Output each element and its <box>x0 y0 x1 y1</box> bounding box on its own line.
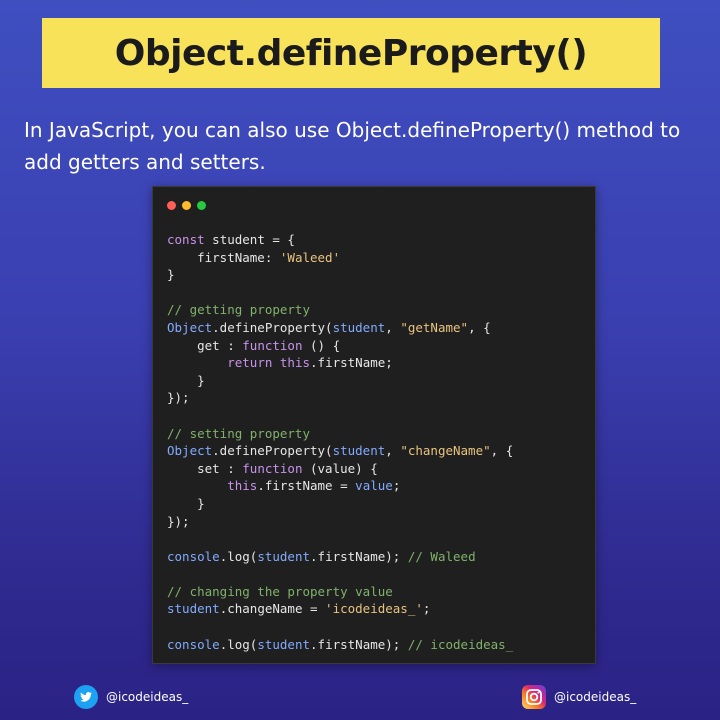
code-token: function <box>242 337 303 353</box>
code-token: // Waleed <box>407 548 476 564</box>
code-line: }); <box>167 389 513 407</box>
code-token: , <box>385 443 401 459</box>
code-token: .log( <box>219 548 258 564</box>
code-token: // setting property <box>167 425 310 441</box>
twitter-icon <box>74 685 98 709</box>
code-token: 'Waleed' <box>279 249 341 265</box>
code-token: Object <box>167 443 213 459</box>
code-token: return <box>227 355 273 371</box>
code-token: student <box>257 636 311 652</box>
code-line: set : function (value) { <box>167 460 513 478</box>
twitter-footer[interactable]: @icodeideas_ <box>74 684 188 710</box>
code-token: .firstName = <box>257 478 356 494</box>
code-token: // changing the property value <box>167 583 393 599</box>
code-token: student <box>167 601 220 617</box>
code-token: } <box>167 495 205 511</box>
code-token: student <box>257 548 311 564</box>
code-line: // changing the property value <box>167 583 513 601</box>
twitter-handle: @icodeideas_ <box>106 690 189 704</box>
code-token: }); <box>167 390 190 406</box>
code-token: 'icodeideas_' <box>325 601 423 617</box>
code-token: "getName" <box>400 319 469 335</box>
code-token: , <box>385 319 401 335</box>
title-banner: Object.defineProperty() <box>42 18 660 88</box>
instagram-footer[interactable]: @icodeideas_ <box>522 684 636 710</box>
code-token: student <box>332 319 386 335</box>
code-line: }); <box>167 513 513 531</box>
code-line: const student = { <box>167 231 513 249</box>
code-token: function <box>242 460 303 476</box>
code-token: .firstName; <box>310 355 393 371</box>
close-dot <box>167 201 176 210</box>
code-token: "changeName" <box>400 443 491 459</box>
code-token: student <box>332 443 386 459</box>
code-token: console <box>167 636 220 652</box>
code-line: return this.firstName; <box>167 354 513 372</box>
code-token: firstName: <box>167 249 280 265</box>
code-token: } <box>167 372 205 388</box>
code-token: get : <box>167 337 243 353</box>
code-token: // getting property <box>167 302 310 318</box>
code-token: set : <box>167 460 243 476</box>
code-token: , { <box>490 443 514 459</box>
code-block: const student = { firstName: 'Waleed'} //… <box>167 231 513 653</box>
code-line: // getting property <box>167 301 513 319</box>
code-token: this <box>279 355 311 371</box>
instagram-handle: @icodeideas_ <box>554 690 637 704</box>
code-line: } <box>167 495 513 513</box>
code-token: .defineProperty( <box>212 443 333 459</box>
window-controls <box>167 201 206 210</box>
code-line: } <box>167 266 513 284</box>
code-token: (value) { <box>302 460 378 476</box>
code-token: this <box>227 478 258 494</box>
code-line: firstName: 'Waleed' <box>167 249 513 267</box>
code-token: .changeName = <box>219 601 326 617</box>
code-token: ; <box>392 478 401 494</box>
code-line: } <box>167 372 513 390</box>
code-line: console.log(student.firstName); // icode… <box>167 636 513 654</box>
intro-text: In JavaScript, you can also use Object.d… <box>24 118 681 174</box>
code-token: } <box>167 267 175 283</box>
code-token: .firstName); <box>310 548 408 564</box>
page-title: Object.defineProperty() <box>114 32 588 74</box>
code-token: Object <box>167 319 213 335</box>
code-token: .defineProperty( <box>212 319 333 335</box>
code-token: () { <box>302 337 341 353</box>
code-token: const <box>167 232 205 247</box>
code-token: .log( <box>219 636 258 652</box>
code-window: const student = { firstName: 'Waleed'} //… <box>152 186 596 664</box>
code-line: get : function () { <box>167 337 513 355</box>
minimize-dot <box>182 201 191 210</box>
code-token: value <box>355 478 393 494</box>
code-token: , { <box>468 319 491 335</box>
code-line: Object.defineProperty(student, "changeNa… <box>167 442 513 460</box>
code-token: ; <box>422 601 431 617</box>
code-token: student = { <box>204 232 295 247</box>
code-line: this.firstName = value; <box>167 477 513 495</box>
code-line: student.changeName = 'icodeideas_'; <box>167 600 513 618</box>
code-token: .firstName); <box>310 636 408 652</box>
code-token: // icodeideas_ <box>407 636 514 652</box>
code-line: Object.defineProperty(student, "getName"… <box>167 319 513 337</box>
code-line: console.log(student.firstName); // Walee… <box>167 548 513 566</box>
code-line: // setting property <box>167 425 513 443</box>
maximize-dot <box>197 201 206 210</box>
code-token: console <box>167 548 220 564</box>
instagram-icon <box>522 685 546 709</box>
code-token: }); <box>167 513 190 529</box>
